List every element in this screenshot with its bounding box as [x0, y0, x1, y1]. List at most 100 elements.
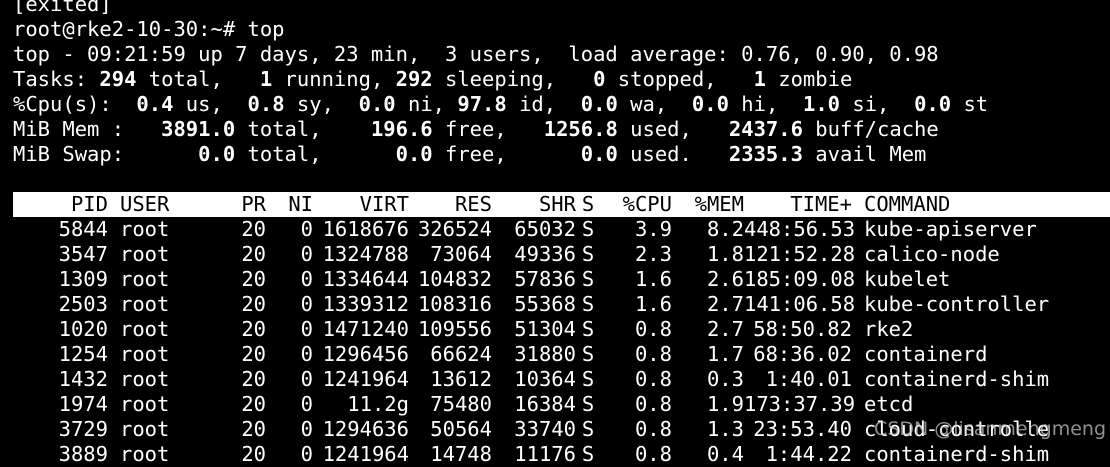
- shell-prompt: root@rke2-10-30:~# top: [13, 17, 285, 41]
- process-cell-s: S: [581, 442, 595, 466]
- process-cell-mem: 2.7: [706, 317, 744, 341]
- process-row[interactable]: 2503 root 20 0 1339312 108316 55368 S 1.6 2.7141:…: [13, 292, 1110, 317]
- cpu-id: 97.8: [457, 92, 507, 116]
- process-cell-pid: 1254: [58, 342, 108, 366]
- process-cell-virt: 1334644: [322, 267, 409, 291]
- column-header-user[interactable]: USER: [108, 192, 214, 217]
- process-cell-res: 326524: [417, 217, 492, 241]
- process-cell-pid: 1309: [58, 267, 108, 291]
- process-row[interactable]: 3547 root 20 0 1324788 73064 49336 S 2.3 1.8121:5…: [13, 242, 1110, 267]
- csdn-watermark: CSDN @lisanmengmeng: [874, 418, 1106, 440]
- process-cell-ni: 0: [300, 317, 313, 341]
- process-cell-cpu: 0.8: [634, 417, 672, 441]
- swap-label: MiB Swap:: [13, 142, 199, 166]
- cpu-line: %Cpu(s): 0.4 us, 0.8 sy, 0.0 ni, 97.8 id…: [13, 92, 1110, 117]
- column-header-res[interactable]: RES: [409, 192, 492, 217]
- process-row[interactable]: 1432 root 20 0 1241964 13612 10364 S 0.8 0.3 1:40.…: [13, 367, 1110, 392]
- process-table-header[interactable]: PID USER PR NI VIRT RES SHR S %CPU %MEM TIME+ COMMA…: [13, 192, 1110, 217]
- process-row[interactable]: 3889 root 20 0 1241964 14748 11176 S 0.8 0.4 1:44.…: [13, 442, 1110, 467]
- process-cell-pr: 20: [241, 292, 266, 316]
- process-cell-time: 448:56.53: [744, 217, 856, 241]
- process-cell-cpu: 0.8: [634, 342, 672, 366]
- tasks-stopped-label: stopped,: [605, 67, 754, 91]
- column-header-shr[interactable]: SHR: [492, 192, 576, 217]
- process-cell-mem: 1.3: [706, 417, 744, 441]
- tasks-line: Tasks: 294 total, 1 running, 292 sleepin…: [13, 67, 1110, 92]
- process-cell-command: kubelet: [864, 267, 951, 291]
- process-row[interactable]: 1020 root 20 0 1471240 109556 51304 S 0.8 2.7 58:5…: [13, 317, 1110, 342]
- process-cell-s: S: [581, 217, 595, 241]
- column-header-virt[interactable]: VIRT: [313, 192, 409, 217]
- swap-line: MiB Swap: 0.0 total, 0.0 free, 0.0 used.…: [13, 142, 1110, 167]
- process-cell-command: calico-node: [864, 242, 1000, 266]
- process-cell-cpu: 0.8: [634, 317, 672, 341]
- process-cell-ni: 0: [300, 392, 313, 416]
- process-cell-res: 66624: [430, 342, 492, 366]
- process-cell-pid: 5844: [58, 217, 108, 241]
- process-cell-mem: 2.6: [706, 267, 744, 291]
- process-cell-shr: 33740: [514, 417, 576, 441]
- column-header-command[interactable]: COMMAND: [852, 192, 1110, 217]
- process-cell-cpu: 1.6: [634, 267, 672, 291]
- process-cell-time: 141:06.58: [744, 292, 856, 316]
- process-cell-pid: 1020: [58, 317, 108, 341]
- process-cell-pr: 20: [241, 442, 266, 466]
- column-header-s[interactable]: S: [576, 192, 600, 217]
- cpu-us: 0.4: [136, 92, 174, 116]
- mem-free: 196.6: [370, 117, 433, 141]
- process-cell-res: 75480: [430, 392, 492, 416]
- process-cell-virt: 1294636: [322, 417, 409, 441]
- column-header-pid[interactable]: PID: [13, 192, 108, 217]
- process-cell-pr: 20: [241, 342, 266, 366]
- process-row[interactable]: 1309 root 20 0 1334644 104832 57836 S 1.6 2.6185:…: [13, 267, 1110, 292]
- mem-label: MiB Mem :: [13, 117, 162, 141]
- process-cell-shr: 55368: [514, 292, 576, 316]
- swap-total: 0.0: [198, 142, 236, 166]
- process-row[interactable]: 1974 root 20 0 11.2g 75480 16384 S 0.8 1.9173:37.…: [13, 392, 1110, 417]
- column-header-mem[interactable]: %MEM: [672, 192, 744, 217]
- process-cell-pid: 3729: [58, 417, 108, 441]
- process-cell-time: 58:50.82: [753, 317, 852, 341]
- tasks-zombie: 1: [753, 67, 766, 91]
- process-cell-pr: 20: [241, 367, 266, 391]
- process-cell-res: 50564: [430, 417, 492, 441]
- process-cell-ni: 0: [300, 292, 313, 316]
- process-cell-time: 173:37.39: [744, 392, 856, 416]
- column-header-time[interactable]: TIME+: [744, 192, 852, 217]
- tasks-sleeping: 292: [395, 67, 433, 91]
- process-cell-command: etcd: [864, 392, 914, 416]
- terminal-window[interactable]: [exited] root@rke2-10-30:~# top top - 09…: [13, 0, 1110, 467]
- process-cell-pid: 1432: [58, 367, 108, 391]
- process-cell-virt: 1241964: [322, 442, 409, 466]
- process-cell-time: 23:53.40: [753, 417, 852, 441]
- column-header-ni[interactable]: NI: [266, 192, 313, 217]
- cpu-hi: 0.0: [691, 92, 729, 116]
- mem-total-label: total,: [235, 117, 371, 141]
- process-row[interactable]: 1254 root 20 0 1296456 66624 31880 S 0.8 1.7 68:36…: [13, 342, 1110, 367]
- cpu-us-label: us,: [173, 92, 248, 116]
- cpu-sy-label: sy,: [284, 92, 359, 116]
- process-cell-command: rke2: [864, 317, 914, 341]
- cpu-si-label: si,: [840, 92, 915, 116]
- column-header-pr[interactable]: PR: [214, 192, 266, 217]
- process-row[interactable]: 5844 root 20 0 1618676 326524 65032 S 3.9 8.2448:…: [13, 217, 1110, 242]
- process-cell-user: root: [120, 367, 170, 391]
- process-cell-time: 68:36.02: [753, 342, 852, 366]
- process-cell-virt: 1296456: [322, 342, 409, 366]
- process-cell-virt: 1339312: [322, 292, 409, 316]
- process-cell-pr: 20: [241, 417, 266, 441]
- process-cell-pr: 20: [241, 242, 266, 266]
- tasks-running-label: running,: [272, 67, 396, 91]
- process-cell-res: 108316: [417, 292, 492, 316]
- process-cell-pr: 20: [241, 217, 266, 241]
- cpu-hi-label: hi,: [728, 92, 803, 116]
- process-cell-virt: 1241964: [322, 367, 409, 391]
- mem-free-label: free,: [432, 117, 544, 141]
- process-cell-pid: 1974: [58, 392, 108, 416]
- process-cell-user: root: [120, 442, 170, 466]
- column-header-cpu[interactable]: %CPU: [600, 192, 672, 217]
- cpu-si: 1.0: [802, 92, 841, 116]
- process-cell-virt: 11.2g: [347, 392, 409, 416]
- process-cell-mem: 1.9: [706, 392, 744, 416]
- process-cell-time: 185:09.08: [744, 267, 856, 291]
